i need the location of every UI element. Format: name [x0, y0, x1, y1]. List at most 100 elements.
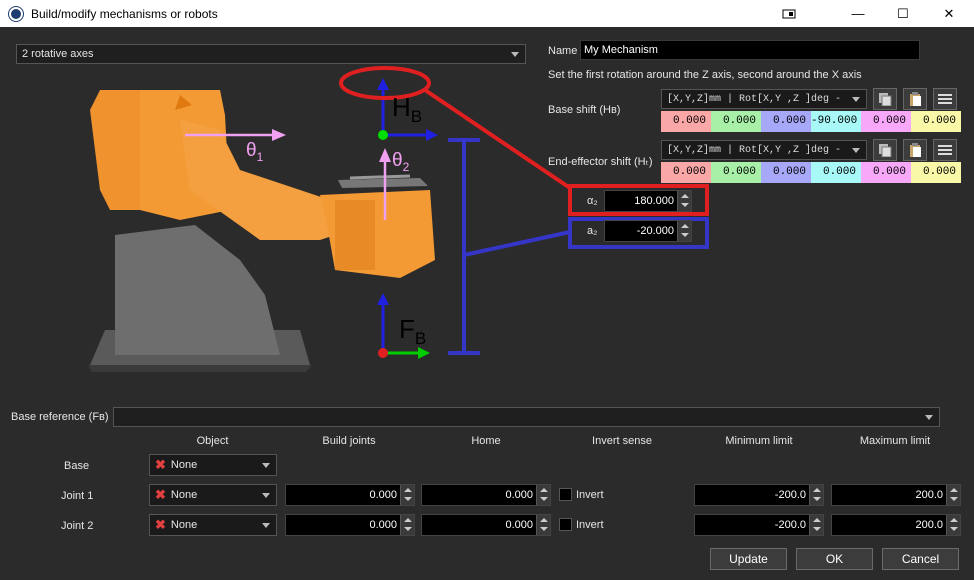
chevron-down-icon: [852, 148, 860, 153]
spinner-arrows-icon[interactable]: [809, 485, 823, 505]
header-maximum-limit: Maximum limit: [859, 435, 931, 447]
joint1-max-value: 200.0: [915, 489, 943, 501]
app-icon: [9, 6, 23, 21]
paste-icon[interactable]: [903, 139, 927, 161]
spinner-arrows-icon[interactable]: [677, 191, 691, 211]
theta1-label: θ1: [246, 140, 264, 164]
base-shift-ry[interactable]: 0.000: [861, 111, 911, 132]
joint2-object-select[interactable]: ✖ None: [149, 514, 277, 536]
joint2-min-spinbox[interactable]: -200.0: [694, 514, 824, 536]
joint2-invert-checkbox[interactable]: [559, 518, 572, 531]
joint1-invert-label: Invert: [576, 489, 604, 501]
spinner-arrows-icon[interactable]: [946, 485, 960, 505]
a2-label: a₂: [587, 225, 598, 237]
row-label-base: Base: [64, 460, 90, 472]
window-title: Build/modify mechanisms or robots: [31, 6, 218, 21]
alpha2-spinbox[interactable]: 180.000: [604, 190, 692, 212]
effector-shift-x[interactable]: 0.000: [661, 162, 711, 183]
chevron-down-icon: [262, 523, 270, 528]
joint2-home-value: 0.000: [505, 519, 533, 531]
maximize-button[interactable]: ☐: [880, 0, 926, 27]
spinner-arrows-icon[interactable]: [400, 485, 414, 505]
name-label: Name: [548, 45, 578, 57]
robot-upper-arm: [180, 120, 350, 240]
alpha2-value: 180.000: [634, 195, 674, 207]
ok-button[interactable]: OK: [796, 548, 873, 570]
joint1-build-spinbox[interactable]: 0.000: [285, 484, 415, 506]
joint1-invert-checkbox[interactable]: [559, 488, 572, 501]
effector-shift-z[interactable]: 0.000: [761, 162, 811, 183]
spinner-arrows-icon[interactable]: [536, 485, 550, 505]
menu-icon[interactable]: [933, 88, 957, 110]
joint1-min-value: -200.0: [774, 489, 806, 501]
spinner-arrows-icon[interactable]: [946, 515, 960, 535]
header-build-joints: Build joints: [322, 435, 376, 447]
joint2-invert-label: Invert: [576, 519, 604, 531]
joint2-max-spinbox[interactable]: 200.0: [831, 514, 961, 536]
effector-shift-rz[interactable]: 0.000: [911, 162, 961, 183]
base-shift-rz[interactable]: 0.000: [911, 111, 961, 132]
none-x-icon: ✖: [155, 517, 166, 532]
base-shift-format-value: [X,Y,Z]mm | Rot[X,Y ,Z ]deg -: [667, 93, 842, 105]
header-object: Object: [196, 435, 229, 447]
base-shift-label: Base shift (Hʙ): [548, 104, 621, 116]
copy-icon[interactable]: [873, 88, 897, 110]
none-x-icon: ✖: [155, 487, 166, 502]
joint2-build-value: 0.000: [369, 519, 397, 531]
effector-shift-rx[interactable]: 0.000: [811, 162, 861, 183]
spinner-arrows-icon[interactable]: [809, 515, 823, 535]
effector-shift-label: End-effector shift (Hₜ): [548, 156, 653, 168]
theta2-label: θ2: [392, 150, 410, 174]
fb-frame-label: FB: [399, 314, 427, 349]
base-shift-y[interactable]: 0.000: [711, 111, 761, 132]
help-icon[interactable]: [766, 0, 812, 27]
robot-pedestal: [115, 225, 280, 355]
menu-icon[interactable]: [933, 139, 957, 161]
base-shift-x[interactable]: 0.000: [661, 111, 711, 132]
effector-shift-y[interactable]: 0.000: [711, 162, 761, 183]
none-x-icon: ✖: [155, 457, 166, 472]
effector-shift-format-select[interactable]: [X,Y,Z]mm | Rot[X,Y ,Z ]deg -: [661, 140, 867, 160]
chevron-down-icon: [511, 52, 519, 57]
base-shift-format-select[interactable]: [X,Y,Z]mm | Rot[X,Y ,Z ]deg -: [661, 89, 867, 109]
joint1-home-value: 0.000: [505, 489, 533, 501]
update-button[interactable]: Update: [710, 548, 787, 570]
spinner-arrows-icon[interactable]: [400, 515, 414, 535]
a2-spinbox[interactable]: -20.000: [604, 220, 692, 242]
minimize-button[interactable]: —: [835, 0, 881, 27]
joint1-min-spinbox[interactable]: -200.0: [694, 484, 824, 506]
chevron-down-icon: [852, 97, 860, 102]
base-object-value: None: [170, 459, 198, 471]
name-input[interactable]: My Mechanism: [580, 40, 920, 60]
joint1-object-select[interactable]: ✖ None: [149, 484, 277, 506]
spinner-arrows-icon[interactable]: [536, 515, 550, 535]
joint1-home-spinbox[interactable]: 0.000: [421, 484, 551, 506]
base-shift-z[interactable]: 0.000: [761, 111, 811, 132]
chevron-down-icon: [262, 493, 270, 498]
effector-shift-ry[interactable]: 0.000: [861, 162, 911, 183]
header-home: Home: [471, 435, 501, 447]
spinner-arrows-icon[interactable]: [677, 221, 691, 241]
copy-icon[interactable]: [873, 139, 897, 161]
joint2-build-spinbox[interactable]: 0.000: [285, 514, 415, 536]
chevron-down-icon: [262, 463, 270, 468]
base-shift-rx[interactable]: -90.000: [811, 111, 861, 132]
instruction-text: Set the first rotation around the Z axis…: [548, 69, 862, 81]
close-button[interactable]: ✕: [926, 0, 972, 27]
joint1-max-spinbox[interactable]: 200.0: [831, 484, 961, 506]
title-bar: Build/modify mechanisms or robots — ☐ ✕: [0, 0, 974, 27]
base-reference-label: Base reference (Fʙ): [11, 411, 109, 423]
cancel-button[interactable]: Cancel: [882, 548, 959, 570]
hb-frame-label: HB: [392, 92, 423, 127]
joint2-min-value: -200.0: [774, 519, 806, 531]
paste-icon[interactable]: [903, 88, 927, 110]
base-object-select[interactable]: ✖ None: [149, 454, 277, 476]
joint2-home-spinbox[interactable]: 0.000: [421, 514, 551, 536]
base-reference-select[interactable]: [113, 407, 940, 427]
joint1-build-value: 0.000: [369, 489, 397, 501]
a2-value: -20.000: [636, 225, 674, 237]
header-invert-sense: Invert sense: [592, 435, 652, 447]
joint2-object-value: None: [170, 519, 198, 531]
effector-shift-format-value: [X,Y,Z]mm | Rot[X,Y ,Z ]deg -: [667, 144, 842, 156]
mechanism-type-value: 2 rotative axes: [22, 48, 94, 60]
